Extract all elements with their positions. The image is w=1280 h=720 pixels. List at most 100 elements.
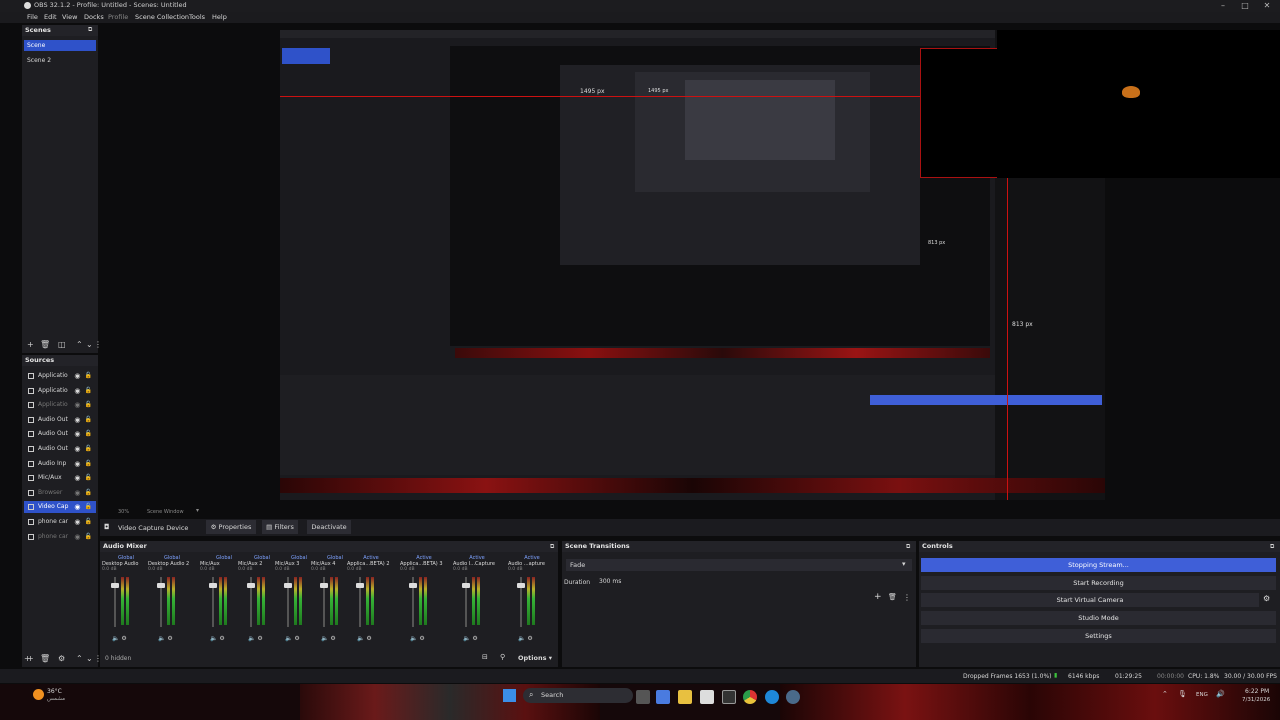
minimize-button[interactable]: – [1212,0,1234,12]
eye-icon[interactable]: ◉ [74,472,80,484]
menu-edit[interactable]: Edit [44,13,57,21]
source-move-up-button[interactable]: ⌃ [76,654,83,663]
speaker-icon[interactable]: 🔈 [158,635,165,642]
task-view-icon[interactable] [636,690,650,704]
add-transition-button[interactable]: + [874,592,882,602]
mixer-link-icon[interactable]: ⚲ [500,653,505,661]
steam-icon[interactable] [786,690,800,704]
channel-settings-icon[interactable]: ⚙ [257,635,262,642]
mic-icon[interactable]: 🎙 [1178,690,1187,698]
source-item[interactable]: Mic/Aux ◉ 🔓 [24,472,96,484]
virtual-camera-settings-icon[interactable]: ⚙ [1263,594,1270,603]
menu-file[interactable]: File [27,13,38,21]
preview-canvas[interactable]: 1495 px 1495 px 813 px 813 px [280,30,1105,500]
stop-streaming-button[interactable]: Stopping Stream... [921,558,1276,572]
source-item[interactable]: Audio Out ◉ 🔓 [24,443,96,455]
channel-settings-icon[interactable]: ⚙ [527,635,532,642]
speaker-icon[interactable]: 🔈 [112,635,119,642]
fader-knob[interactable] [157,583,165,588]
eye-icon[interactable]: ◉ [74,531,80,543]
speaker-icon[interactable]: 🔈 [210,635,217,642]
scene-item-scene[interactable]: Scene [24,40,96,51]
remove-transition-button[interactable]: 🗑 [888,593,897,601]
weather-icon[interactable] [33,689,44,700]
clock-time[interactable]: 6:22 PM [1245,688,1269,695]
mixer-add-icon[interactable]: + [24,654,31,663]
speaker-icon[interactable]: 🔈 [463,635,470,642]
channel-settings-icon[interactable]: ⚙ [294,635,299,642]
remove-source-button[interactable]: 🗑 [40,654,50,663]
scene-move-up-button[interactable]: ⌃ [76,340,83,349]
window-label[interactable]: Scene Window [147,509,184,515]
properties-button[interactable]: ⚙ Properties [206,520,256,534]
speaker-icon[interactable]: 🔈 [285,635,292,642]
close-button[interactable]: ✕ [1256,0,1278,12]
lock-icon[interactable]: 🔓 [84,443,91,455]
fader-knob[interactable] [462,583,470,588]
fader-knob[interactable] [284,583,292,588]
start-virtual-camera-button[interactable]: Start Virtual Camera [921,593,1259,607]
channel-settings-icon[interactable]: ⚙ [219,635,224,642]
source-item[interactable]: Audio Out ◉ 🔓 [24,428,96,440]
menu-profile[interactable]: Profile [108,13,128,21]
transition-select[interactable]: Fade ▾ [566,559,912,571]
duration-input[interactable]: 300 ms [596,576,912,588]
lock-icon[interactable]: 🔓 [84,399,91,411]
eye-icon[interactable]: ◉ [74,487,80,499]
speaker-icon[interactable]: 🔈 [518,635,525,642]
file-explorer-icon[interactable] [678,690,692,704]
language-indicator[interactable]: ENG [1196,692,1208,698]
scene-item-scene-2[interactable]: Scene 2 [24,55,96,66]
channel-settings-icon[interactable]: ⚙ [419,635,424,642]
eye-icon[interactable]: ◉ [74,414,80,426]
eye-icon[interactable]: ◉ [74,458,80,470]
speaker-icon[interactable]: 🔈 [357,635,364,642]
channel-settings-icon[interactable]: ⚙ [121,635,126,642]
zoom-label[interactable]: 30% [118,509,129,515]
windows-start-icon[interactable] [503,689,516,702]
eye-icon[interactable]: ◉ [74,516,80,528]
lock-icon[interactable]: 🔓 [84,370,91,382]
speaker-icon[interactable]: 🔈 [410,635,417,642]
controls-float-icon[interactable]: ⧉ [1270,543,1274,551]
obs-taskbar-icon[interactable] [722,690,736,704]
remove-scene-button[interactable]: 🗑 [40,340,50,349]
maximize-button[interactable]: □ [1234,0,1256,12]
lock-icon[interactable]: 🔓 [84,487,91,499]
source-item[interactable]: Video Cap ◉ 🔓 [24,501,96,514]
speaker-icon[interactable]: 🔈 [321,635,328,642]
scene-move-down-button[interactable]: ⌄ [86,340,93,349]
source-item[interactable]: phone car ◉ 🔓 [24,531,96,543]
taskbar-search[interactable]: ⌕ Search [523,688,633,703]
tray-chevron-icon[interactable]: ⌃ [1162,690,1168,698]
volume-icon[interactable]: 🔊 [1216,690,1225,698]
weather-temp[interactable]: 36°C [47,688,62,695]
add-scene-button[interactable]: + [27,340,34,349]
fader-knob[interactable] [517,583,525,588]
fader-knob[interactable] [356,583,364,588]
deactivate-button[interactable]: Deactivate [307,520,351,534]
lock-icon[interactable]: 🔓 [84,501,91,513]
eye-icon[interactable]: ◉ [74,385,80,397]
eye-icon[interactable]: ◉ [74,428,80,440]
channel-settings-icon[interactable]: ⚙ [167,635,172,642]
audio-mixer-float-icon[interactable]: ⧉ [550,543,554,551]
fader-knob[interactable] [209,583,217,588]
scenes-float-icon[interactable]: ⧉ [88,26,92,34]
source-properties-button[interactable]: ⚙ [58,654,65,663]
eye-icon[interactable]: ◉ [74,501,80,513]
source-item[interactable]: Applicatio ◉ 🔓 [24,385,96,397]
start-recording-button[interactable]: Start Recording [921,576,1276,590]
source-item[interactable]: Applicatio ◉ 🔓 [24,399,96,411]
source-item[interactable]: Applicatio ◉ 🔓 [24,370,96,382]
filters-button[interactable]: ▤ Filters [262,520,298,534]
lock-icon[interactable]: 🔓 [84,385,91,397]
studio-mode-button[interactable]: Studio Mode [921,611,1276,625]
menu-scene-collection[interactable]: Scene Collection [135,13,189,21]
lock-icon[interactable]: 🔓 [84,428,91,440]
edge-icon[interactable] [765,690,779,704]
scenes-more-icon[interactable]: ⋮ [94,340,102,349]
speaker-icon[interactable]: 🔈 [248,635,255,642]
settings-button[interactable]: Settings [921,629,1276,643]
store-icon[interactable] [700,690,714,704]
